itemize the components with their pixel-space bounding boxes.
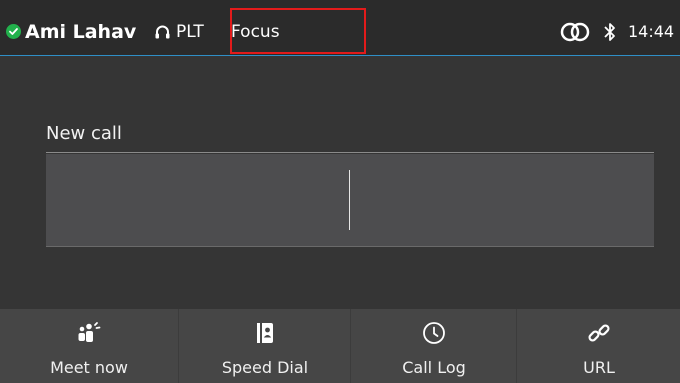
softkey-bar: Meet now Speed Dial Call Log URL xyxy=(0,309,680,383)
highlight-box xyxy=(230,8,366,54)
call-log-button[interactable]: Call Log xyxy=(350,309,517,383)
clock-time: 14:44 xyxy=(628,22,675,41)
divider xyxy=(46,152,654,153)
call-log-label: Call Log xyxy=(402,358,466,377)
presence-check-icon xyxy=(6,24,21,39)
url-label: URL xyxy=(583,358,615,377)
speed-dial-label: Speed Dial xyxy=(221,358,309,377)
link-icon xyxy=(587,321,611,345)
url-button[interactable]: URL xyxy=(516,309,680,383)
meet-now-button[interactable]: Meet now xyxy=(0,309,178,383)
new-call-title: New call xyxy=(46,123,122,144)
speed-dial-icon xyxy=(253,321,277,345)
meet-now-label: Meet now xyxy=(50,358,128,377)
headset-icon xyxy=(154,24,171,41)
bluetooth-icon xyxy=(603,22,617,42)
rings-icon xyxy=(560,22,590,42)
text-cursor xyxy=(349,170,350,230)
speed-dial-button[interactable]: Speed Dial xyxy=(178,309,351,383)
clock-icon xyxy=(422,321,446,345)
device-label: PLT xyxy=(176,22,204,42)
user-name: Ami Lahav xyxy=(25,21,137,43)
dial-input[interactable] xyxy=(46,154,654,247)
meet-now-icon xyxy=(77,321,101,345)
status-bar: Ami Lahav PLT Focus 14:44 xyxy=(0,0,680,56)
